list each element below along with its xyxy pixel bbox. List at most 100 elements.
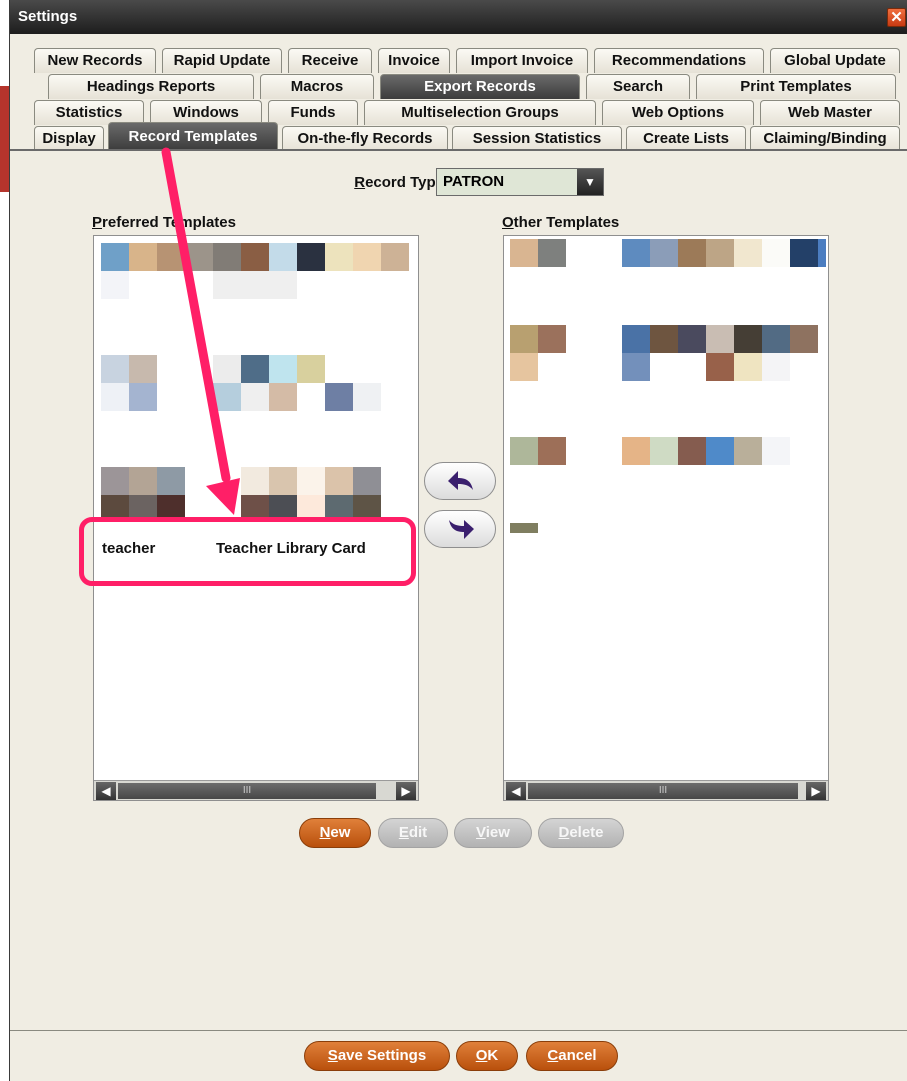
- tab-record-templates[interactable]: Record Templates: [108, 122, 278, 150]
- tab-import-invoice[interactable]: Import Invoice: [456, 48, 588, 73]
- obscured-entry: [325, 243, 353, 271]
- tab-display[interactable]: Display: [34, 126, 104, 151]
- obscured-entry: [790, 239, 818, 267]
- record-type-value: PATRON: [443, 173, 505, 190]
- obscured-entry: [510, 239, 538, 267]
- tab-on-the-fly-records[interactable]: On-the-fly Records: [282, 126, 448, 151]
- ok-button[interactable]: OK: [456, 1041, 518, 1071]
- obscured-entry: [353, 243, 381, 271]
- obscured-entry: [734, 239, 762, 267]
- obscured-entry: [678, 325, 706, 353]
- tab-export-records[interactable]: Export Records: [380, 74, 580, 99]
- other-templates-list[interactable]: ◀ III ▶: [503, 235, 829, 801]
- obscured-entry: [353, 383, 381, 411]
- chevron-down-icon[interactable]: ▼: [577, 169, 603, 195]
- obscured-entry: [325, 495, 353, 519]
- obscured-entry: [269, 383, 297, 411]
- tab-new-records[interactable]: New Records: [34, 48, 156, 73]
- obscured-entry: [185, 243, 213, 271]
- obscured-entry: [678, 437, 706, 465]
- obscured-entry: [129, 383, 157, 411]
- obscured-entry: [129, 355, 157, 383]
- scroll-right-icon[interactable]: ▶: [396, 782, 416, 800]
- obscured-entry: [510, 523, 538, 533]
- obscured-entry: [762, 353, 790, 381]
- close-button[interactable]: ✕: [887, 8, 906, 27]
- obscured-entry: [734, 437, 762, 465]
- obscured-entry: [650, 437, 678, 465]
- scroll-thumb[interactable]: III: [118, 783, 376, 799]
- delete-button[interactable]: Delete: [538, 818, 624, 848]
- window-title: Settings: [18, 8, 78, 25]
- tab-row-2: Headings Reports Macros Export Records S…: [34, 74, 907, 99]
- obscured-entry: [297, 495, 325, 519]
- obscured-entry: [213, 271, 297, 299]
- obscured-entry: [678, 239, 706, 267]
- obscured-entry: [790, 325, 818, 353]
- obscured-entry: [650, 325, 678, 353]
- tab-invoice[interactable]: Invoice: [378, 48, 450, 73]
- obscured-entry: [818, 239, 826, 267]
- tab-headings-reports[interactable]: Headings Reports: [48, 74, 254, 99]
- obscured-entry: [622, 437, 650, 465]
- tab-macros[interactable]: Macros: [260, 74, 374, 99]
- other-horizontal-scrollbar[interactable]: ◀ III ▶: [504, 780, 828, 800]
- tab-claiming-binding[interactable]: Claiming/Binding: [750, 126, 900, 151]
- tab-print-templates[interactable]: Print Templates: [696, 74, 896, 99]
- obscured-entry: [101, 243, 129, 271]
- tab-web-options[interactable]: Web Options: [602, 100, 754, 125]
- scroll-left-icon[interactable]: ◀: [506, 782, 526, 800]
- obscured-entry: [269, 467, 297, 495]
- tab-receive[interactable]: Receive: [288, 48, 372, 73]
- obscured-entry: [706, 353, 734, 381]
- preferred-templates-label: Preferred Templates: [92, 214, 236, 231]
- scroll-right-icon[interactable]: ▶: [806, 782, 826, 800]
- obscured-entry: [241, 495, 269, 519]
- preferred-horizontal-scrollbar[interactable]: ◀ III ▶: [94, 780, 418, 800]
- tab-rapid-update[interactable]: Rapid Update: [162, 48, 282, 73]
- obscured-entry: [101, 355, 129, 383]
- move-to-other-button[interactable]: [424, 510, 496, 548]
- obscured-entry: [269, 243, 297, 271]
- tab-multiselection-groups[interactable]: Multiselection Groups: [364, 100, 596, 125]
- obscured-entry: [510, 437, 538, 465]
- obscured-entry: [325, 467, 353, 495]
- obscured-entry: [538, 437, 566, 465]
- edit-button[interactable]: Edit: [378, 818, 448, 848]
- obscured-entry: [101, 383, 129, 411]
- obscured-entry: [269, 495, 297, 519]
- cancel-button[interactable]: Cancel: [526, 1041, 618, 1071]
- record-type-label: Record Type: [354, 174, 444, 191]
- tab-create-lists[interactable]: Create Lists: [626, 126, 746, 151]
- obscured-entry: [157, 495, 185, 519]
- obscured-entry: [325, 383, 353, 411]
- move-to-preferred-button[interactable]: [424, 462, 496, 500]
- tab-global-update[interactable]: Global Update: [770, 48, 900, 73]
- save-settings-button[interactable]: Save Settings: [304, 1041, 450, 1071]
- obscured-entry: [157, 243, 185, 271]
- obscured-entry: [269, 355, 297, 383]
- obscured-entry: [706, 437, 734, 465]
- obscured-entry: [241, 355, 269, 383]
- obscured-entry: [241, 467, 269, 495]
- scroll-left-icon[interactable]: ◀: [96, 782, 116, 800]
- obscured-entry: [538, 239, 566, 267]
- tab-search[interactable]: Search: [586, 74, 690, 99]
- dialog-footer: Save Settings OK Cancel: [10, 1030, 907, 1081]
- obscured-entry: [762, 325, 790, 353]
- tab-recommendations[interactable]: Recommendations: [594, 48, 764, 73]
- new-button[interactable]: New: [299, 818, 371, 848]
- obscured-entry: [213, 355, 241, 383]
- tab-session-statistics[interactable]: Session Statistics: [452, 126, 622, 151]
- view-button[interactable]: View: [454, 818, 532, 848]
- arrow-right-icon: [449, 520, 474, 539]
- annotation-highlight-box: [79, 517, 416, 586]
- obscured-entry: [622, 353, 650, 381]
- record-type-select[interactable]: PATRON ▼: [436, 168, 604, 196]
- scroll-thumb[interactable]: III: [528, 783, 798, 799]
- obscured-entry: [762, 239, 790, 267]
- obscured-entry: [353, 495, 381, 519]
- tab-web-master[interactable]: Web Master: [760, 100, 900, 125]
- tab-funds[interactable]: Funds: [268, 100, 358, 125]
- obscured-entry: [129, 495, 157, 519]
